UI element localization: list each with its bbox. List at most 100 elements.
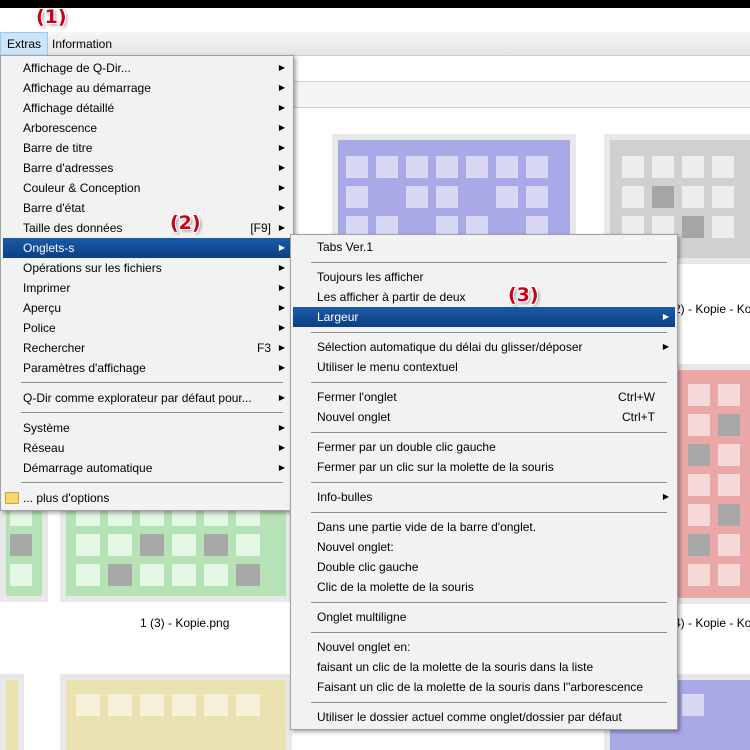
- submenu-arrow-icon: ▶: [278, 323, 285, 332]
- submenu-arrow-icon: ▶: [278, 443, 285, 452]
- menu-item-reseau[interactable]: Réseau ▶: [3, 438, 291, 458]
- menu-item-nouvel-onglet-en[interactable]: Nouvel onglet en:: [293, 637, 675, 657]
- menu-bar: Extras Information: [0, 32, 750, 56]
- menu-item-label: Rechercher: [23, 341, 86, 355]
- menu-item-couleur-conception[interactable]: Couleur & Conception ▶: [3, 178, 291, 198]
- menu-item-affichage-au-demarrage[interactable]: Affichage au démarrage ▶: [3, 78, 291, 98]
- menu-item-affichage-detaille[interactable]: Affichage détaillé ▶: [3, 98, 291, 118]
- menu-item-onglets-s[interactable]: Onglets-s ▶: [3, 238, 291, 258]
- menu-item-fermer-l-onglet[interactable]: Fermer l'onglet Ctrl+W: [293, 387, 675, 407]
- thumbnail-item[interactable]: [60, 674, 292, 750]
- menu-item-demarrage-automatique[interactable]: Démarrage automatique ▶: [3, 458, 291, 478]
- menu-item-label: Faisant un clic de la molette de la sour…: [317, 680, 644, 694]
- menu-item-label: Système: [23, 421, 70, 435]
- menu-item-nouvel-onglet[interactable]: Nouvel onglet Ctrl+T: [293, 407, 675, 427]
- menu-item-label: Nouvel onglet:: [317, 540, 394, 554]
- menu-item-label: Sélection automatique du délai du glisse…: [317, 340, 583, 354]
- menu-item-label: Toujours les afficher: [317, 270, 424, 284]
- menu-separator: [311, 332, 667, 333]
- menu-item-q-dir-comme-explorateur-par-defaut-pour[interactable]: Q-Dir comme explorateur par défaut pour.…: [3, 388, 291, 408]
- menu-item-label: Affichage de Q-Dir...: [23, 61, 131, 75]
- menu-item-label: Info-bulles: [317, 490, 373, 504]
- submenu-arrow-icon: ▶: [278, 143, 285, 152]
- qdir-window: Extras Information 2) - Kopie - Ko 1 (3)…: [0, 0, 750, 750]
- menu-item-fermer-par-un-clic-sur-la-molette-de-la-[interactable]: Fermer par un clic sur la molette de la …: [293, 457, 675, 477]
- menu-item-rechercher[interactable]: Rechercher F3 ▶: [3, 338, 291, 358]
- menu-extras[interactable]: Extras: [0, 32, 49, 56]
- submenu-arrow-icon: ▶: [278, 123, 285, 132]
- menu-item-largeur[interactable]: Largeur ▶: [293, 307, 675, 327]
- menu-information[interactable]: Information: [46, 32, 118, 56]
- menu-item-parametres-d-affichage[interactable]: Paramètres d'affichage ▶: [3, 358, 291, 378]
- menu-item-toujours-les-afficher[interactable]: Toujours les afficher: [293, 267, 675, 287]
- image-thumbnail: [6, 680, 18, 750]
- menu-item-label: Police: [23, 321, 56, 335]
- menu-item-nouvel-onglet[interactable]: Nouvel onglet:: [293, 537, 675, 557]
- menu-item-fermer-par-un-double-clic-gauche[interactable]: Fermer par un double clic gauche: [293, 437, 675, 457]
- menu-item-utiliser-le-dossier-actuel-comme-onglet-[interactable]: Utiliser le dossier actuel comme onglet/…: [293, 707, 675, 727]
- menu-item-barre-d-adresses[interactable]: Barre d'adresses ▶: [3, 158, 291, 178]
- menu-item-taille-des-donnees[interactable]: Taille des données [F9] ▶: [3, 218, 291, 238]
- menu-item-label: Taille des données: [23, 221, 123, 235]
- thumbnail-item[interactable]: [672, 364, 750, 604]
- menu-item-label: Opérations sur les fichiers: [23, 261, 162, 275]
- image-thumbnail: [66, 680, 286, 750]
- menu-item-faisant-un-clic-de-la-molette-de-la-sour[interactable]: faisant un clic de la molette de la sour…: [293, 657, 675, 677]
- submenu-arrow-icon: ▶: [278, 263, 285, 272]
- menu-item-barre-de-titre[interactable]: Barre de titre ▶: [3, 138, 291, 158]
- menu-item-shortcut: Ctrl+W: [618, 390, 655, 404]
- menu-item-affichage-de-q-dir[interactable]: Affichage de Q-Dir... ▶: [3, 58, 291, 78]
- menu-item-label: Paramètres d'affichage: [23, 361, 146, 375]
- menu-item-les-afficher-a-partir-de-deux[interactable]: Les afficher à partir de deux: [293, 287, 675, 307]
- menu-separator: [311, 632, 667, 633]
- menu-item-shortcut: F3: [256, 341, 271, 355]
- thumbnail-item[interactable]: [0, 674, 24, 750]
- menu-item-label: Imprimer: [23, 281, 71, 295]
- submenu-arrow-icon: ▶: [278, 303, 285, 312]
- menu-separator: [21, 412, 283, 413]
- title-bar: [0, 0, 750, 8]
- menu-item-double-clic-gauche[interactable]: Double clic gauche: [293, 557, 675, 577]
- menu-item-systeme[interactable]: Système ▶: [3, 418, 291, 438]
- submenu-arrow-icon: ▶: [278, 243, 285, 252]
- tabs-submenu: Tabs Ver.1 Toujours les afficher Les affic…: [290, 234, 678, 730]
- submenu-arrow-icon: ▶: [662, 342, 669, 351]
- menu-item-faisant-un-clic-de-la-molette-de-la-sour[interactable]: Faisant un clic de la molette de la sour…: [293, 677, 675, 697]
- image-thumbnail: [66, 498, 286, 596]
- menu-separator: [21, 482, 283, 483]
- menu-item-utiliser-le-menu-contextuel[interactable]: Utiliser le menu contextuel: [293, 357, 675, 377]
- annotation-1: (1): [36, 6, 67, 28]
- menu-item-label: Utiliser le dossier actuel comme onglet/…: [317, 710, 622, 724]
- menu-item-label: Couleur & Conception: [23, 181, 141, 195]
- menu-item-imprimer[interactable]: Imprimer ▶: [3, 278, 291, 298]
- menu-item-apercu[interactable]: Aperçu ▶: [3, 298, 291, 318]
- menu-item-plus-d-options[interactable]: ... plus d'options: [3, 488, 291, 508]
- submenu-arrow-icon: ▶: [278, 83, 285, 92]
- menu-separator: [311, 702, 667, 703]
- menu-item-dans-une-partie-vide-de-la-barre-d-ongle[interactable]: Dans une partie vide de la barre d'ongle…: [293, 517, 675, 537]
- menu-item-label: Onglet multiligne: [317, 610, 407, 624]
- menu-item-barre-d-etat[interactable]: Barre d'état ▶: [3, 198, 291, 218]
- menu-separator: [21, 382, 283, 383]
- menu-item-operations-sur-les-fichiers[interactable]: Opérations sur les fichiers ▶: [3, 258, 291, 278]
- menu-item-clic-de-la-molette-de-la-souris[interactable]: Clic de la molette de la souris: [293, 577, 675, 597]
- annotation-3: (3): [508, 284, 539, 306]
- menu-item-police[interactable]: Police ▶: [3, 318, 291, 338]
- submenu-arrow-icon: ▶: [278, 343, 285, 352]
- menu-item-arborescence[interactable]: Arborescence ▶: [3, 118, 291, 138]
- menu-item-info-bulles[interactable]: Info-bulles ▶: [293, 487, 675, 507]
- submenu-arrow-icon: ▶: [662, 312, 669, 321]
- menu-separator: [311, 432, 667, 433]
- menu-item-label: Démarrage automatique: [23, 461, 153, 475]
- menu-item-tabs-ver-1[interactable]: Tabs Ver.1: [293, 237, 675, 257]
- menu-item-onglet-multiligne[interactable]: Onglet multiligne: [293, 607, 675, 627]
- submenu-arrow-icon: ▶: [278, 63, 285, 72]
- submenu-arrow-icon: ▶: [278, 203, 285, 212]
- menu-item-label: Tabs Ver.1: [317, 240, 374, 254]
- menu-item-shortcut: [F9]: [250, 221, 271, 235]
- menu-item-label: Utiliser le menu contextuel: [317, 360, 458, 374]
- menu-item-label: Réseau: [23, 441, 65, 455]
- submenu-arrow-icon: ▶: [278, 393, 285, 402]
- menu-item-label: Onglets-s: [23, 241, 75, 255]
- menu-item-selection-automatique-du-delai-du-glisse[interactable]: Sélection automatique du délai du glisse…: [293, 337, 675, 357]
